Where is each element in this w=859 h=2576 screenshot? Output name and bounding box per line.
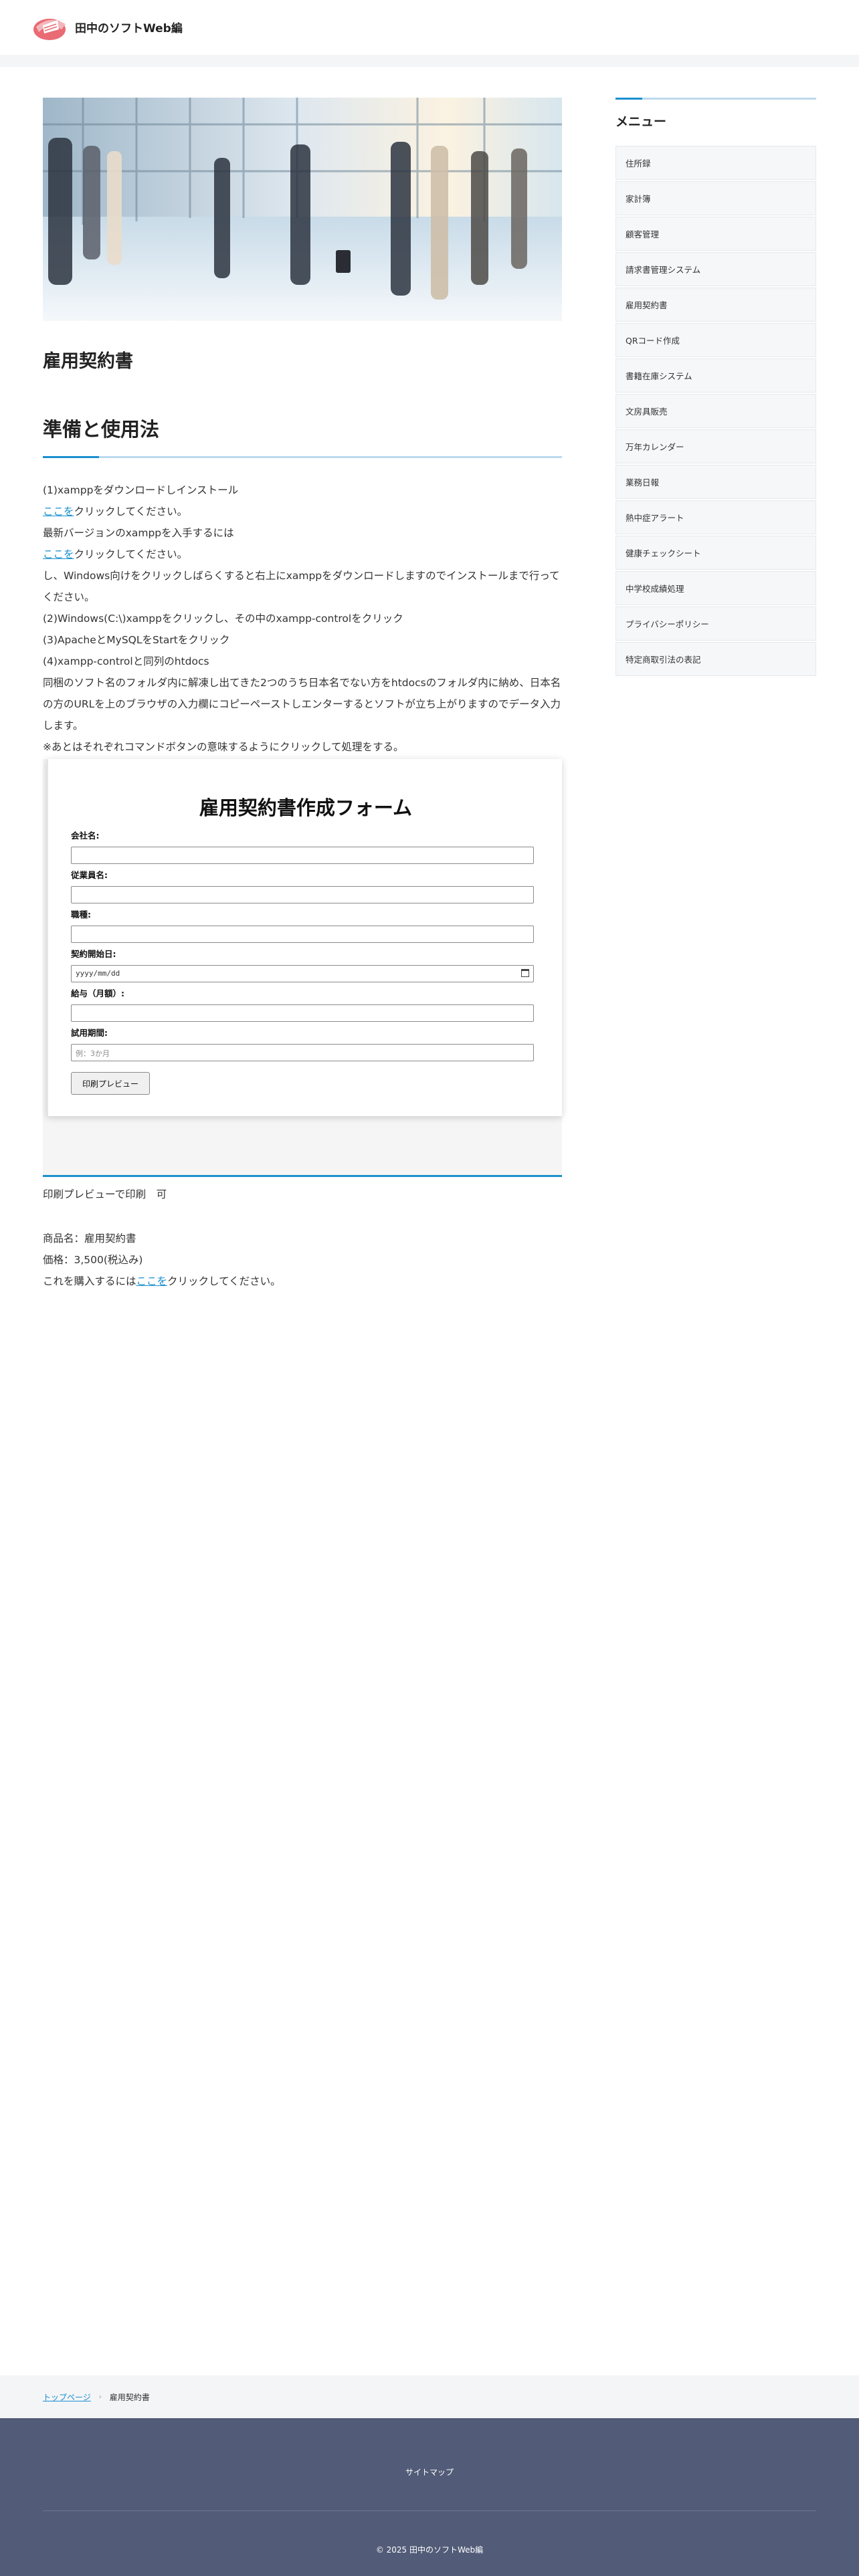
sidebar-item[interactable]: 万年カレンダー: [615, 429, 816, 463]
contract-form: 雇用契約書作成フォーム 会社名: 従業員名: 職種: 契約開始日: yyyy/m…: [47, 759, 562, 1116]
hero-image: [43, 98, 562, 321]
purchase-link[interactable]: ここを: [136, 1275, 168, 1287]
instruction-line: (3)ApacheとMySQLをStartをクリック: [43, 634, 230, 646]
download-link[interactable]: ここを: [43, 506, 74, 518]
sidebar-item[interactable]: 中学校成績処理: [615, 571, 816, 605]
sidebar-item[interactable]: 請求書管理システム: [615, 252, 816, 286]
salary-label: 給与（月額）:: [71, 988, 124, 998]
instructions: (1)xamppをダウンロードしインストール ここをクリックしてください。 最新…: [43, 479, 562, 758]
product-price: 価格：3,500(税込み): [43, 1254, 143, 1266]
employee-field: 従業員名:: [71, 868, 534, 903]
salary-field: 給与（月額）:: [71, 986, 534, 1022]
breadcrumb-separator-icon: ›: [98, 2393, 102, 2401]
sidebar-item[interactable]: 住所録: [615, 146, 816, 180]
salary-input[interactable]: [71, 1004, 534, 1022]
embedded-form-frame: 雇用契約書作成フォーム 会社名: 従業員名: 職種: 契約開始日: yyyy/m…: [43, 759, 562, 1175]
instruction-line: ここをクリックしてください。: [43, 548, 188, 560]
sidebar-item[interactable]: 業務日報: [615, 465, 816, 499]
sidebar-item[interactable]: 特定商取引法の表記: [615, 642, 816, 676]
breadcrumb-current: 雇用契約書: [109, 2393, 150, 2402]
sidebar-item[interactable]: 文房具販売: [615, 394, 816, 428]
hero-photo: [43, 98, 562, 321]
trial-period-field: 試用期間: 例：3か月: [71, 1026, 534, 1061]
site-logo[interactable]: 田中のソフトWeb編: [32, 12, 183, 41]
embed-divider: [43, 1175, 562, 1177]
instruction-line: 同梱のソフト名のフォルダ内に解凍し出てきた2つのうち日本名でない方をhtdocs…: [43, 677, 561, 732]
instruction-line: ここをクリックしてください。: [43, 506, 188, 518]
heading-underline: [43, 456, 562, 458]
instruction-line: (2)Windows(C:\)xamppをクリックし、その中のxampp-con…: [43, 613, 403, 625]
sitemap-link[interactable]: サイトマップ: [0, 2466, 859, 2478]
employee-label: 従業員名:: [71, 870, 108, 880]
sidebar-menu: 住所録 家計簿 顧客管理 請求書管理システム 雇用契約書 QRコード作成 書籍在…: [615, 146, 816, 676]
start-date-field: 契約開始日: yyyy/mm/dd: [71, 947, 534, 982]
employee-input[interactable]: [71, 886, 534, 903]
site-name: 田中のソフトWeb編: [75, 21, 183, 35]
instruction-line: (4)xampp-controlと同列のhtdocs: [43, 655, 209, 667]
breadcrumb-trail: トップページ › 雇用契約書: [43, 2391, 150, 2403]
company-label: 会社名:: [71, 831, 100, 841]
logo-icon: [33, 19, 66, 40]
sidebar: メニュー 住所録 家計簿 顧客管理 請求書管理システム 雇用契約書 QRコード作…: [615, 98, 816, 677]
sidebar-item[interactable]: プライバシーポリシー: [615, 607, 816, 641]
sidebar-title: メニュー: [615, 114, 667, 129]
sidebar-item[interactable]: 家計簿: [615, 181, 816, 215]
sidebar-item[interactable]: 雇用契約書: [615, 288, 816, 322]
instruction-line: し、Windows向けをクリックしばらくすると右上にxamppをダウンロードしま…: [43, 570, 560, 603]
site-header: 田中のソフトWeb編: [0, 0, 859, 55]
breadcrumb-home-link[interactable]: トップページ: [43, 2391, 91, 2403]
main-content: 雇用契約書 準備と使用法 (1)xamppをダウンロードしインストール ここをク…: [43, 98, 562, 1292]
instruction-line: 最新バージョンのxamppを入手するには: [43, 527, 234, 539]
sidebar-item[interactable]: 熱中症アラート: [615, 500, 816, 534]
sidebar-item[interactable]: QRコード作成: [615, 323, 816, 357]
print-preview-button[interactable]: 印刷プレビュー: [71, 1072, 150, 1095]
instruction-line: ※あとはそれぞれコマンドボタンの意味するようにクリックして処理をする。: [43, 741, 404, 753]
copyright-text: © 2025 田中のソフトWeb編: [375, 2545, 484, 2555]
start-date-label: 契約開始日:: [71, 949, 116, 959]
sidebar-item[interactable]: 書籍在庫システム: [615, 358, 816, 393]
breadcrumb: トップページ › 雇用契約書: [0, 2375, 859, 2418]
position-label: 職種:: [71, 909, 91, 920]
print-note: 印刷プレビューで印刷 可: [43, 1188, 167, 1200]
sidebar-item[interactable]: 顧客管理: [615, 217, 816, 251]
post-title: 雇用契約書: [43, 351, 133, 372]
company-field: 会社名:: [71, 829, 534, 864]
trial-period-input[interactable]: 例：3か月: [71, 1044, 534, 1061]
trial-period-label: 試用期間:: [71, 1028, 108, 1038]
sidebar-item[interactable]: 健康チェックシート: [615, 536, 816, 570]
start-date-placeholder: yyyy/mm/dd: [76, 969, 120, 978]
start-date-input[interactable]: yyyy/mm/dd: [71, 965, 534, 982]
latest-version-link[interactable]: ここを: [43, 548, 74, 560]
sidebar-rule: [615, 98, 816, 100]
form-title: 雇用契約書作成フォーム: [199, 796, 413, 819]
instruction-line: (1)xamppをダウンロードしインストール: [43, 484, 239, 496]
site-footer: サイトマップ © 2025 田中のソフトWeb編: [0, 2418, 859, 2576]
section-heading-text: 準備と使用法: [43, 418, 160, 441]
product-name: 商品名：雇用契約書: [43, 1232, 136, 1245]
product-info: 商品名：雇用契約書 価格：3,500(税込み) これを購入するにはここをクリック…: [43, 1228, 562, 1292]
position-input[interactable]: [71, 926, 534, 943]
calendar-icon[interactable]: [521, 969, 529, 977]
header-divider: [0, 55, 859, 67]
purchase-line: これを購入するにはここをクリックしてください。: [43, 1275, 281, 1287]
company-input[interactable]: [71, 847, 534, 864]
footer-divider: [43, 2510, 816, 2511]
position-field: 職種:: [71, 907, 534, 943]
section-heading: 準備と使用法: [43, 414, 562, 458]
